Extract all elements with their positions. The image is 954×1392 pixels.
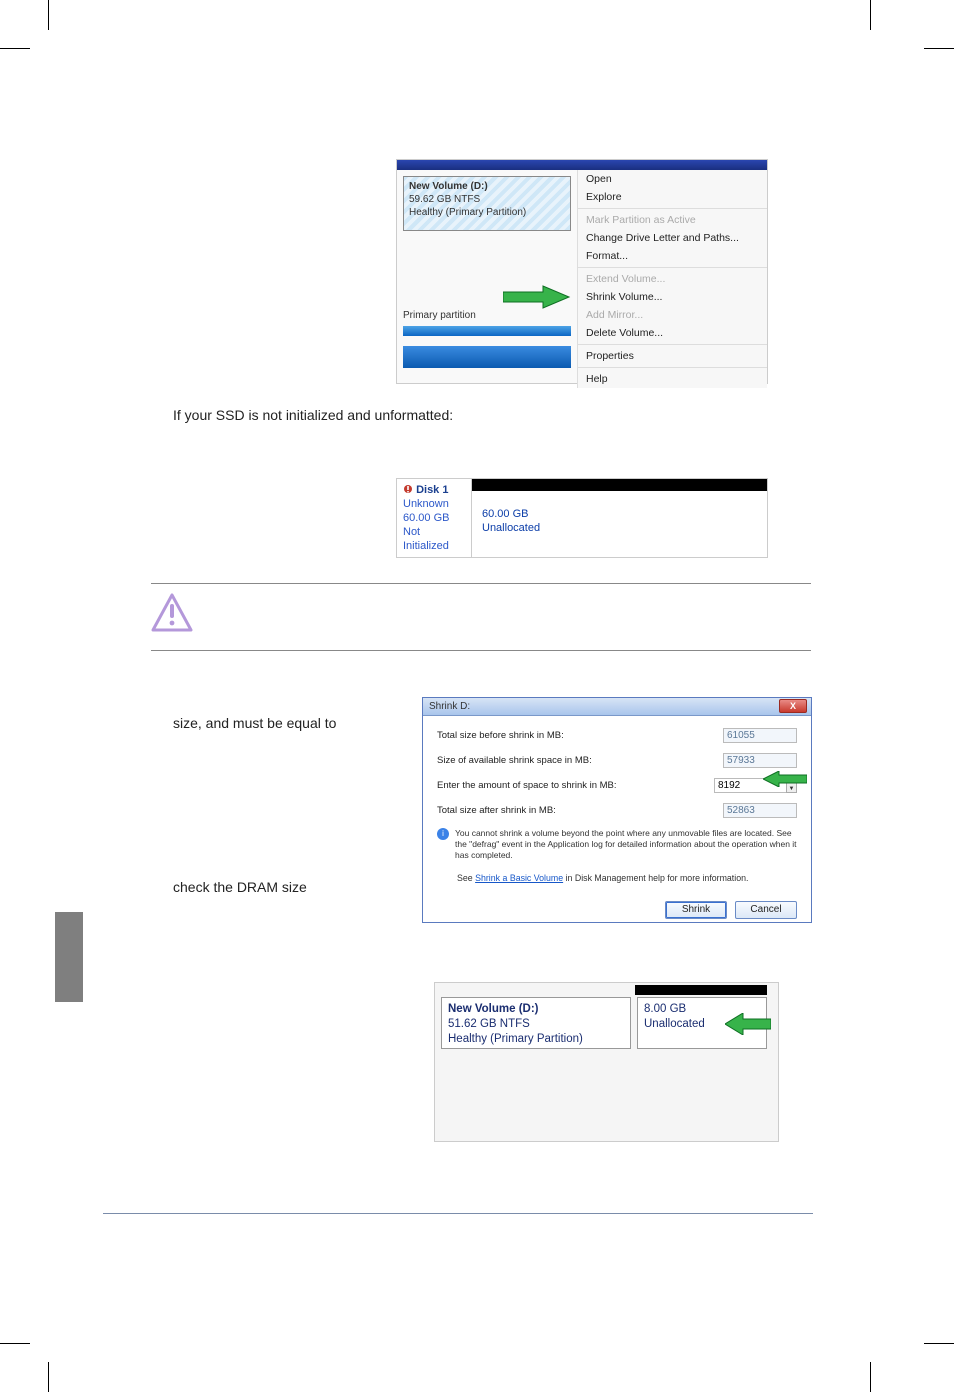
disk-status: Not Initialized xyxy=(403,526,449,552)
disk-header-bar xyxy=(397,160,767,170)
menu-explore[interactable]: Explore xyxy=(578,188,767,206)
close-button[interactable]: X xyxy=(779,699,807,713)
info-text: You cannot shrink a volume beyond the po… xyxy=(455,828,797,861)
side-tab xyxy=(55,912,83,1002)
volume-name: New Volume (D:) xyxy=(448,1002,624,1017)
menu-mark-active: Mark Partition as Active xyxy=(578,211,767,229)
total-after-value: 52863 xyxy=(723,803,797,818)
screenshot-context-menu: New Volume (D:) 59.62 GB NTFS Healthy (P… xyxy=(396,159,768,384)
shrink-button[interactable]: Shrink xyxy=(665,901,727,919)
volume-block-d[interactable]: New Volume (D:) 51.62 GB NTFS Healthy (P… xyxy=(441,997,631,1049)
disk-info-cell[interactable]: Disk 1 Unknown 60.00 GB Not Initialized xyxy=(397,479,472,557)
help-text: See Shrink a Basic Volume in Disk Manage… xyxy=(457,873,797,883)
info-icon: i xyxy=(437,828,449,840)
disk-space-cell[interactable]: 60.00 GB Unallocated xyxy=(472,479,767,557)
menu-format[interactable]: Format... xyxy=(578,247,767,265)
caption-text-2: check the DRAM size xyxy=(173,877,433,897)
menu-shrink-volume[interactable]: Shrink Volume... xyxy=(578,288,767,306)
arrow-icon xyxy=(725,1013,771,1035)
menu-change-letter[interactable]: Change Drive Letter and Paths... xyxy=(578,229,767,247)
unallocated-header-bar xyxy=(472,479,767,491)
disk-name: Disk 1 xyxy=(416,484,448,496)
disk-icon xyxy=(403,484,413,494)
body-text: If your SSD is not initialized and unfor… xyxy=(173,405,723,425)
disk-size: 60.00 GB xyxy=(403,512,449,524)
menu-open[interactable]: Open xyxy=(578,170,767,188)
total-before-value: 61055 xyxy=(723,728,797,743)
screenshot-uninitialized-disk: Disk 1 Unknown 60.00 GB Not Initialized … xyxy=(396,478,768,558)
selected-volume-block[interactable]: New Volume (D:) 59.62 GB NTFS Healthy (P… xyxy=(403,176,571,231)
cancel-button[interactable]: Cancel xyxy=(735,901,797,919)
help-link[interactable]: Shrink a Basic Volume xyxy=(475,873,563,883)
volume-size-fs: 59.62 GB NTFS xyxy=(409,193,565,206)
arrow-icon xyxy=(503,284,571,310)
help-post: in Disk Management help for more informa… xyxy=(563,873,748,883)
volume-size-fs: 51.62 GB NTFS xyxy=(448,1017,624,1032)
disk-lower-bar xyxy=(403,346,571,368)
context-menu: Open Explore Mark Partition as Active Ch… xyxy=(577,170,767,388)
screenshot-partition-after-shrink: New Volume (D:) 51.62 GB NTFS Healthy (P… xyxy=(434,982,779,1142)
menu-extend-volume: Extend Volume... xyxy=(578,270,767,288)
primary-partition-legend-bar xyxy=(403,326,571,336)
screenshot-shrink-dialog: Shrink D: X Total size before shrink in … xyxy=(422,697,812,923)
disk-unknown: Unknown xyxy=(403,498,449,510)
primary-partition-label: Primary partition xyxy=(403,310,476,321)
menu-separator xyxy=(578,344,767,345)
dialog-title: Shrink D: xyxy=(429,701,470,712)
menu-separator xyxy=(578,367,767,368)
close-icon: X xyxy=(790,701,796,711)
volume-name: New Volume (D:) xyxy=(409,180,565,193)
caption-text-1: size, and must be equal to xyxy=(173,713,433,733)
total-before-label: Total size before shrink in MB: xyxy=(437,730,564,741)
menu-help[interactable]: Help xyxy=(578,370,767,388)
menu-separator xyxy=(578,267,767,268)
arrow-icon xyxy=(763,771,807,787)
warning-row xyxy=(151,583,811,651)
unallocated-header-bar xyxy=(635,985,767,995)
dialog-titlebar[interactable]: Shrink D: X xyxy=(423,698,811,716)
menu-properties[interactable]: Properties xyxy=(578,347,767,365)
unallocated-label: Unallocated xyxy=(482,521,757,535)
menu-separator xyxy=(578,208,767,209)
menu-add-mirror: Add Mirror... xyxy=(578,306,767,324)
total-after-label: Total size after shrink in MB: xyxy=(437,805,556,816)
footer-rule xyxy=(103,1213,813,1214)
volume-status: Healthy (Primary Partition) xyxy=(409,206,565,219)
unallocated-size: 60.00 GB xyxy=(482,507,757,521)
warning-icon xyxy=(151,592,193,634)
menu-delete-volume[interactable]: Delete Volume... xyxy=(578,324,767,342)
page: New Volume (D:) 59.62 GB NTFS Healthy (P… xyxy=(55,55,865,1335)
available-space-label: Size of available shrink space in MB: xyxy=(437,755,592,766)
shrink-amount-label: Enter the amount of space to shrink in M… xyxy=(437,780,617,791)
volume-status: Healthy (Primary Partition) xyxy=(448,1032,624,1047)
help-pre: See xyxy=(457,873,475,883)
available-space-value: 57933 xyxy=(723,753,797,768)
